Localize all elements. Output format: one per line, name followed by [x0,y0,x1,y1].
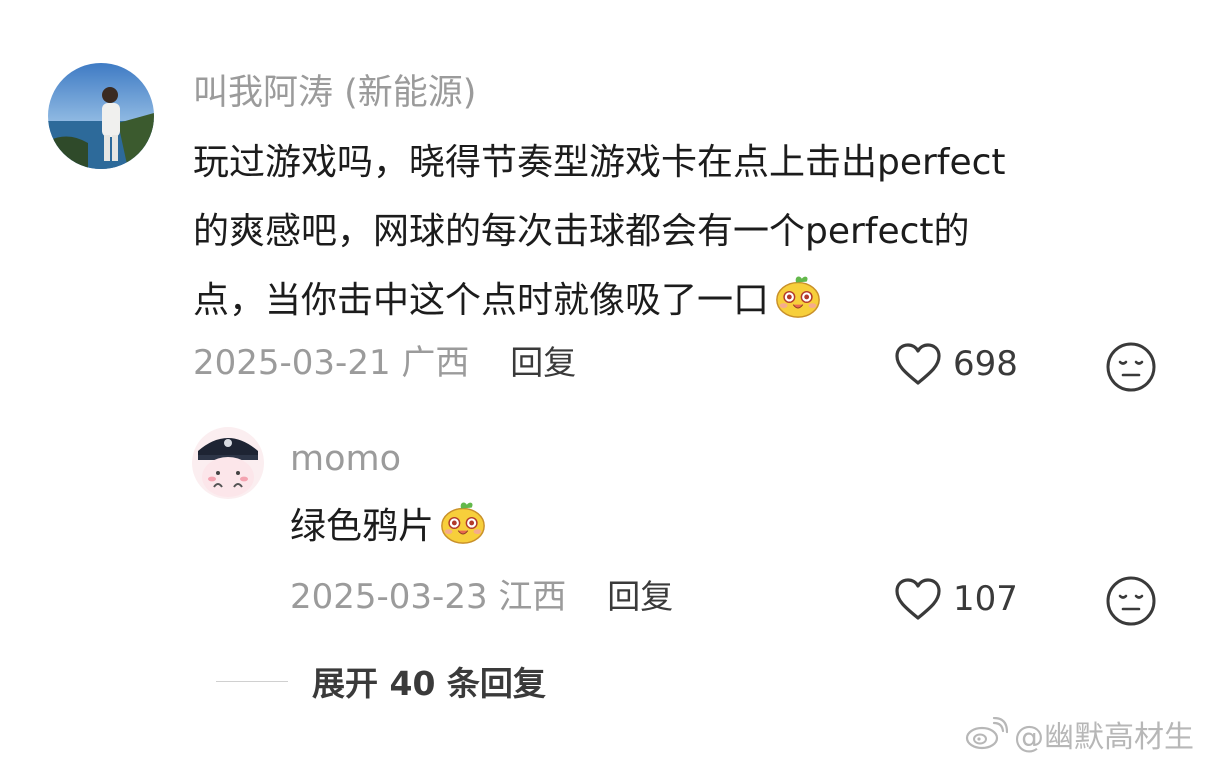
dislike-button[interactable] [1105,341,1157,397]
comment-location: 广西 [401,343,470,383]
watermark: @幽默高材生 [964,712,1194,756]
reply-location: 江西 [498,577,567,617]
heart-icon [895,578,941,620]
divider-line [216,680,288,682]
reply-username[interactable]: momo [290,438,401,480]
comment-text-line-content: 点，当你击中这个点时就像吸了一口 [193,280,770,321]
reply-date: 2025-03-23 [290,577,488,617]
like-count: 698 [953,344,1018,384]
reply-text: 绿色鸦片 [290,492,488,570]
reply-like-button[interactable]: 107 [893,576,1018,622]
smirk-potato-emoji-icon [438,497,488,570]
reply-user-avatar[interactable] [192,427,264,499]
reply-meta: 2025-03-23 江西 回复 [290,576,673,618]
comment-meta: 2025-03-21 广西 回复 [193,342,576,384]
reply-text-content: 绿色鸦片 [290,506,435,547]
user-avatar[interactable] [48,63,154,169]
watermark-text: @幽默高材生 [1014,720,1194,755]
username[interactable]: 叫我阿涛 (新能源) [193,72,476,114]
expand-replies-label: 展开 40 条回复 [312,664,546,703]
heart-icon [895,343,941,385]
comment-text: 玩过游戏吗，晓得节奏型游戏卡在点上击出perfect 的爽感吧，网球的每次击球都… [193,128,1006,344]
comment-text-line: 的爽感吧，网球的每次击球都会有一个perfect的 [193,211,970,252]
weibo-logo-icon [965,717,1008,750]
expand-replies-button[interactable]: 展开 40 条回复 [216,657,546,705]
like-button[interactable]: 698 [893,341,1018,387]
smirk-potato-emoji-icon [773,271,823,344]
reply-button[interactable]: 回复 [607,577,673,616]
comment-text-line: 玩过游戏吗，晓得节奏型游戏卡在点上击出perfect [193,142,1006,183]
reply-button[interactable]: 回复 [510,343,576,382]
comment-date: 2025-03-21 [193,343,391,383]
neutral-face-icon [1106,342,1156,392]
reply-dislike-button[interactable] [1105,575,1157,631]
neutral-face-icon [1106,576,1156,626]
comment-text-line: 点，当你击中这个点时就像吸了一口 [193,266,1006,344]
reply-like-count: 107 [953,579,1018,619]
